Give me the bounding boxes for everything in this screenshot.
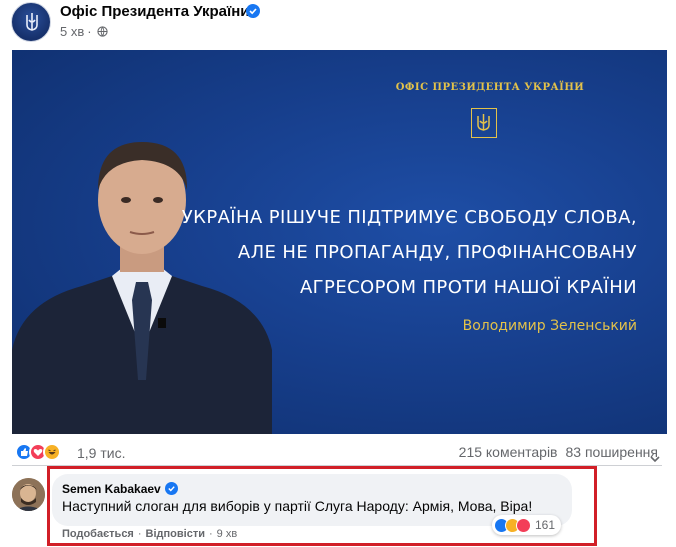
chevron-down-icon[interactable] [648, 452, 662, 466]
reactions-bar: 1,9 тис. 215 коментарів 83 поширення [0, 438, 676, 464]
verified-badge-icon [246, 4, 260, 18]
post-header: Офіс Президента України 5 хв · [0, 0, 676, 48]
post-time[interactable]: 5 хв [60, 24, 84, 39]
comment-highlight-box [47, 466, 597, 546]
image-signature: Володимир Зеленський [462, 318, 637, 334]
trident-icon [26, 13, 38, 31]
quote-line: АГРЕСОРОМ ПРОТИ НАШОЇ КРАЇНИ [299, 277, 637, 298]
haha-icon [43, 443, 61, 461]
commenter-avatar[interactable] [12, 478, 45, 511]
meta-separator: · [87, 24, 92, 39]
reaction-count[interactable]: 1,9 тис. [77, 445, 125, 461]
comments-count[interactable]: 215 коментарів [459, 444, 558, 460]
quote-line: АЛЕ НЕ ПРОПАГАНДУ, ПРОФІНАНСОВАНУ [237, 242, 637, 263]
coat-of-arms-icon [471, 108, 497, 138]
post-meta: 5 хв · [60, 24, 108, 39]
quote-line: УКРАЇНА РІШУЧЕ ПІДТРИМУЄ СВОБОДУ СЛОВА, [181, 207, 637, 228]
page-avatar[interactable] [11, 2, 51, 42]
shares-count[interactable]: 83 поширення [566, 444, 659, 460]
post-image[interactable]: ОФІС ПРЕЗИДЕНТА УКРАЇНИ УКРАЇНА РІШУЧЕ П… [12, 50, 667, 434]
globe-icon [96, 26, 108, 37]
engagement-counts: 215 коментарів 83 поширення [459, 444, 658, 460]
reaction-icons[interactable] [15, 443, 61, 461]
image-header: ОФІС ПРЕЗИДЕНТА УКРАЇНИ [395, 82, 585, 93]
image-quote: УКРАЇНА РІШУЧЕ ПІДТРИМУЄ СВОБОДУ СЛОВА, … [182, 200, 637, 305]
page-name[interactable]: Офіс Президента України [60, 3, 250, 20]
